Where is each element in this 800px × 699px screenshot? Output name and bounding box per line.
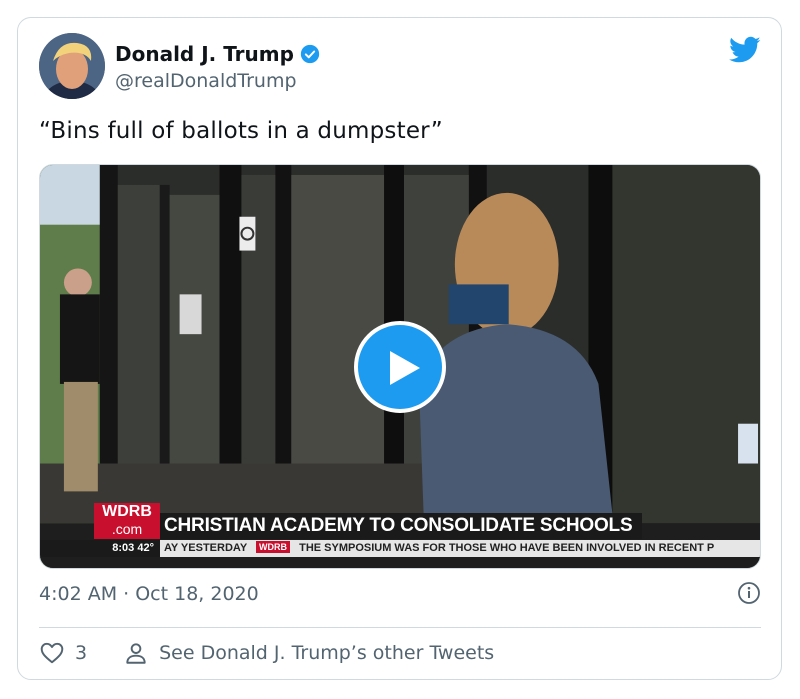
like-count: 3 <box>75 642 88 664</box>
play-button[interactable] <box>354 321 446 413</box>
news-headline: CHRISTIAN ACADEMY TO CONSOLIDATE SCHOOLS <box>160 513 642 539</box>
author-name-row[interactable]: Donald J. Trump <box>115 42 320 66</box>
heart-icon <box>40 642 64 664</box>
other-tweets-label: See Donald J. Trump’s other Tweets <box>159 642 495 664</box>
ticker-logo: WDRB <box>256 541 291 553</box>
tweet-card: Donald J. Trump @realDonaldTrump “Bins f… <box>17 17 782 680</box>
divider <box>39 627 761 628</box>
ticker-text: AY YESTERDAY WDRB THE SYMPOSIUM WAS FOR … <box>164 540 714 557</box>
twitter-bird-icon[interactable] <box>729 36 761 64</box>
author-handle[interactable]: @realDonaldTrump <box>115 70 297 92</box>
other-tweets-link[interactable]: See Donald J. Trump’s other Tweets <box>123 640 494 666</box>
play-icon <box>390 351 420 385</box>
tweet-timestamp[interactable]: 4:02 AM · Oct 18, 2020 <box>39 583 259 605</box>
info-icon[interactable] <box>737 581 761 605</box>
station-logo-sub: .com <box>111 521 143 537</box>
ticker-time: 8:03 <box>112 542 135 554</box>
ticker-time-temp: 8:03 42° <box>40 540 160 557</box>
tweet-text: “Bins full of ballots in a dumpster” <box>39 118 443 144</box>
author-name[interactable]: Donald J. Trump <box>115 42 294 66</box>
video-player[interactable]: WDRB .com CHRISTIAN ACADEMY TO CONSOLIDA… <box>39 164 761 569</box>
like-button[interactable]: 3 <box>39 640 87 666</box>
avatar[interactable] <box>39 33 105 99</box>
tweet-actions: 3 See Donald J. Trump’s other Tweets <box>39 638 494 668</box>
verified-badge-icon <box>300 44 320 64</box>
news-ticker: 8:03 42° AY YESTERDAY WDRB THE SYMPOSIUM… <box>40 540 760 557</box>
ticker-left: AY YESTERDAY <box>164 542 247 554</box>
station-logo: WDRB .com <box>94 503 160 539</box>
person-icon <box>126 643 146 664</box>
station-logo-text: WDRB <box>102 503 152 520</box>
ticker-right: THE SYMPOSIUM WAS FOR THOSE WHO HAVE BEE… <box>299 542 715 554</box>
ticker-temp: 42° <box>137 542 154 554</box>
